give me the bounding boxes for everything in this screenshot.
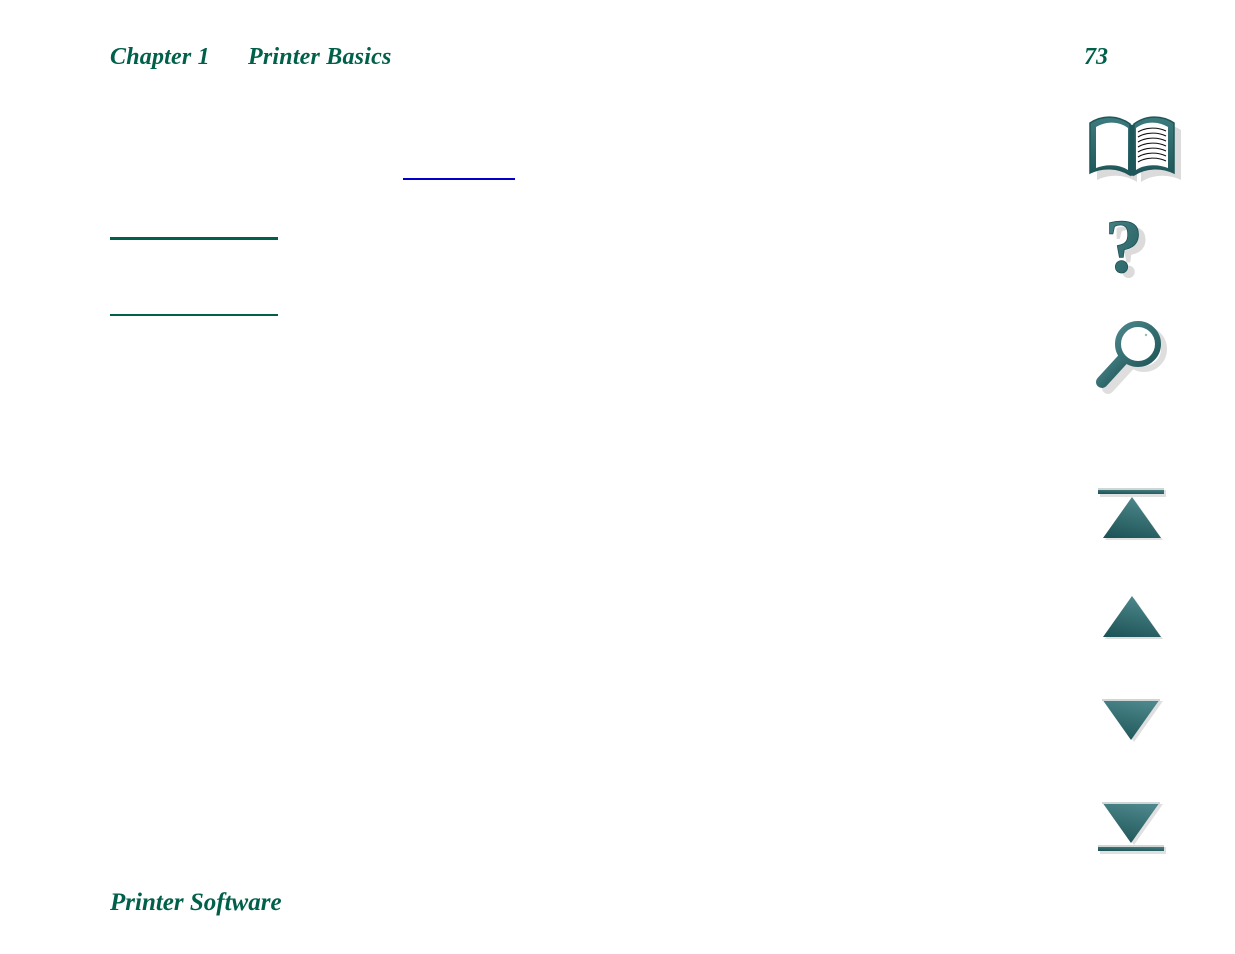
previous-page-button[interactable]: Previous Page: [1088, 592, 1188, 644]
body-hyperlink-secondary[interactable]: [110, 314, 278, 316]
navigation-rail: Table of Contents: [1088, 110, 1198, 870]
question-mark-icon: ? ?: [1105, 215, 1150, 294]
next-page-icon: [1102, 699, 1163, 742]
document-page: Chapter 1 Printer Basics 73 Printer Soft…: [0, 0, 1235, 954]
svg-text:?: ?: [1105, 215, 1143, 289]
body-hyperlink-top[interactable]: [403, 178, 515, 180]
book-icon: [1089, 116, 1181, 182]
section-heading-printer-software: Printer Software: [110, 888, 282, 916]
header-chapter-title: Printer Basics: [248, 44, 392, 70]
previous-page-icon: [1103, 596, 1163, 639]
last-page-button[interactable]: Last Page: [1088, 798, 1188, 858]
next-page-button[interactable]: Next Page: [1088, 695, 1188, 747]
magnifying-glass-icon: [1096, 321, 1167, 394]
help-button[interactable]: Help ? ?: [1088, 215, 1188, 297]
first-page-button[interactable]: First Page: [1088, 488, 1188, 546]
header-chapter-label: Chapter 1: [110, 44, 210, 70]
last-page-icon: [1098, 802, 1166, 854]
running-header: Chapter 1 Printer Basics: [110, 44, 1110, 80]
body-hyperlink-primary[interactable]: [110, 237, 278, 240]
first-page-icon: [1098, 488, 1166, 540]
page-number: 73: [1084, 44, 1108, 70]
search-button[interactable]: Search: [1088, 320, 1188, 400]
contents-button[interactable]: Table of Contents: [1088, 110, 1188, 190]
